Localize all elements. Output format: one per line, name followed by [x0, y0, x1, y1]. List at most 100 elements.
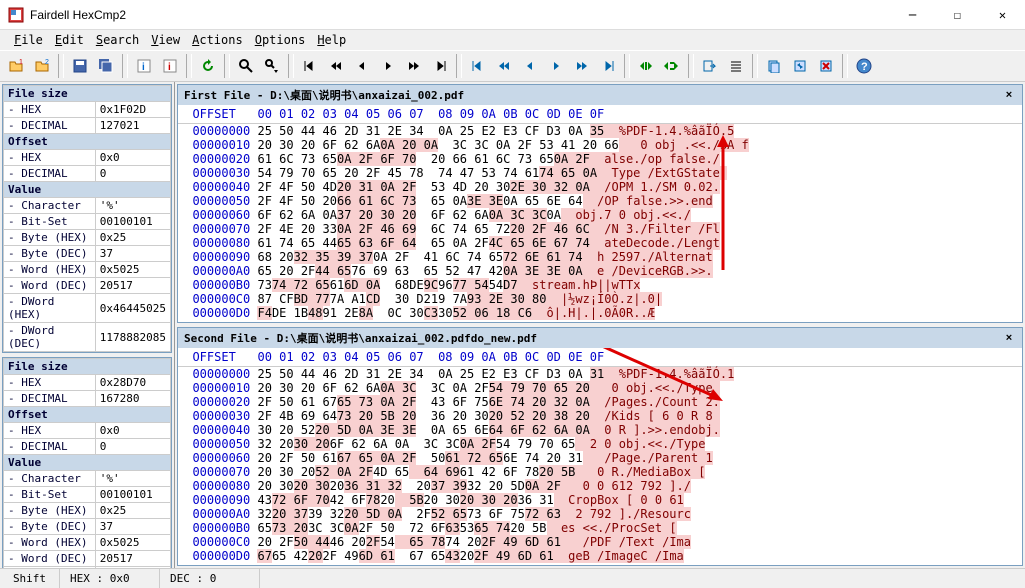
next-match-fast-icon[interactable]	[570, 54, 594, 78]
copy-block-icon[interactable]	[762, 54, 786, 78]
hex-row: 00000050 2F 4F 50 2066 61 6C 73 65 0A3E …	[178, 194, 1022, 208]
next-diff-icon[interactable]	[376, 54, 400, 78]
last-diff-icon[interactable]	[428, 54, 452, 78]
menu-actions[interactable]: Actions	[188, 33, 247, 47]
next-match-icon[interactable]	[544, 54, 568, 78]
first-match-icon[interactable]	[466, 54, 490, 78]
last-match-icon[interactable]	[596, 54, 620, 78]
refresh-icon[interactable]	[196, 54, 220, 78]
status-dec: DEC : 0	[160, 569, 260, 588]
second-hex-view[interactable]: OFFSET 00 01 02 03 04 05 06 07 08 09 0A …	[178, 348, 1022, 565]
side-value: 0x5025	[95, 262, 170, 278]
side-label: - Character	[4, 198, 96, 214]
hex-row: 00000000 25 50 44 46 2D 31 2E 34 0A 25 E…	[178, 124, 1022, 138]
close-button[interactable]: ✕	[980, 0, 1025, 30]
hex-row: 00000070 2F 4E 20 330A 2F 46 69 6C 74 65…	[178, 222, 1022, 236]
hex-row: 00000060 20 2F 50 6167 65 0A 2F 5061 72 …	[178, 451, 1022, 465]
hex-row: 00000010 20 30 20 6F 62 6A0A 3C 3C 0A 2F…	[178, 381, 1022, 395]
close-second-panel-icon[interactable]: ×	[1002, 332, 1016, 344]
hex-row: 00000070 20 30 2052 0A 2F4D 65 64 6961 4…	[178, 465, 1022, 479]
side-value: 00100101	[95, 214, 170, 230]
hex-row: 00000050 32 2030 206F 62 6A 0A 3C 3C0A 2…	[178, 437, 1022, 451]
side-label: - DWord (DEC)	[4, 323, 96, 352]
first-hex-view[interactable]: OFFSET 00 01 02 03 04 05 06 07 08 09 0A …	[178, 105, 1022, 322]
content-column: First File - D:\桌面\说明书\anxaizai_002.pdf …	[175, 82, 1025, 568]
side-label: - HEX	[4, 423, 96, 439]
open-first-icon[interactable]: 1	[4, 54, 28, 78]
side-value: 00100101	[95, 487, 170, 503]
side-label: - HEX	[4, 375, 96, 391]
hex-row: 000000B0 7374 72 65616D 0A 68DE9C9677 54…	[178, 278, 1022, 292]
prev-match-icon[interactable]	[518, 54, 542, 78]
find-icon[interactable]	[234, 54, 258, 78]
status-bar: Shift HEX : 0x0 DEC : 0	[0, 568, 1025, 588]
side-value: 20517	[95, 278, 170, 294]
side-value: 0x1F02D	[95, 102, 170, 118]
hex-row: 000000B0 6573 203C 3C0A2F 50 72 6F635365…	[178, 521, 1022, 535]
info-second-icon[interactable]: i	[158, 54, 182, 78]
list-icon[interactable]	[724, 54, 748, 78]
help-icon[interactable]: ?	[852, 54, 876, 78]
side-value: '%'	[95, 471, 170, 487]
side-label: - HEX	[4, 150, 96, 166]
hex-row: 00000080 20 3020 302036 31 32 2037 3932 …	[178, 479, 1022, 493]
open-second-icon[interactable]: 2	[30, 54, 54, 78]
hex-row: 00000090 68 2032 35 39 370A 2F 41 6C 74 …	[178, 250, 1022, 264]
first-file-title: First File - D:\桌面\说明书\anxaizai_002.pdf	[184, 87, 464, 103]
side-label: - HEX	[4, 102, 96, 118]
next-diff-fast-icon[interactable]	[402, 54, 426, 78]
goto-icon[interactable]	[698, 54, 722, 78]
prev-match-fast-icon[interactable]	[492, 54, 516, 78]
prev-diff-icon[interactable]	[350, 54, 374, 78]
svg-text:?: ?	[861, 61, 868, 73]
info-first-icon[interactable]: i	[132, 54, 156, 78]
swap-block-icon[interactable]	[788, 54, 812, 78]
save-all-icon[interactable]	[94, 54, 118, 78]
menu-search[interactable]: Search	[92, 33, 143, 47]
menu-edit[interactable]: Edit	[51, 33, 88, 47]
hex-column-header: OFFSET 00 01 02 03 04 05 06 07 08 09 0A …	[178, 348, 1022, 367]
hex-row: 00000030 2F 4B 69 6473 20 5B 20 36 20 30…	[178, 409, 1022, 423]
side-value: 0	[95, 166, 170, 182]
side-label: - Byte (HEX)	[4, 503, 96, 519]
save-icon[interactable]	[68, 54, 92, 78]
second-file-panel: Second File - D:\桌面\说明书\anxaizai_002.pdf…	[177, 327, 1023, 566]
side-value: '%'	[95, 198, 170, 214]
side-value: 0x5025	[95, 535, 170, 551]
svg-text:i: i	[168, 62, 171, 73]
hex-row: 000000C0 20 2F50 4446 202F54 65 7874 202…	[178, 535, 1022, 549]
toolbar: 1 2 i i ?	[0, 50, 1025, 82]
find-next-icon[interactable]	[260, 54, 284, 78]
hex-row: 000000C0 87 CFBD 777A A1CD 30 D219 7A93 …	[178, 292, 1022, 306]
shift-right-icon[interactable]	[660, 54, 684, 78]
maximize-button[interactable]: ☐	[935, 0, 980, 30]
window-title: Fairdell HexCmp2	[30, 8, 890, 22]
hex-row: 00000080 61 74 65 4465 63 6F 64 65 0A 2F…	[178, 236, 1022, 250]
menu-file[interactable]: File	[10, 33, 47, 47]
first-diff-icon[interactable]	[298, 54, 322, 78]
side-label: - Word (DEC)	[4, 551, 96, 567]
menu-view[interactable]: View	[147, 33, 184, 47]
close-first-panel-icon[interactable]: ×	[1002, 89, 1016, 101]
hex-row: 000000A0 65 20 2F44 6576 69 63 65 52 47 …	[178, 264, 1022, 278]
shift-left-icon[interactable]	[634, 54, 658, 78]
side-label: File size	[4, 359, 171, 375]
main-area: File size- HEX0x1F02D- DECIMAL127021Offs…	[0, 82, 1025, 568]
menu-options[interactable]: Options	[251, 33, 310, 47]
side-label: - DECIMAL	[4, 166, 96, 182]
side-value: 0x0	[95, 150, 170, 166]
prev-diff-fast-icon[interactable]	[324, 54, 348, 78]
side-value: 20517	[95, 551, 170, 567]
side-label: - Word (DEC)	[4, 278, 96, 294]
menu-help[interactable]: Help	[313, 33, 350, 47]
hex-row: 00000020 61 6C 73 650A 2F 6F 70 20 66 61…	[178, 152, 1022, 166]
menu-bar: File Edit Search View Actions Options He…	[0, 30, 1025, 50]
minimize-button[interactable]: ─	[890, 0, 935, 30]
status-hex: HEX : 0x0	[60, 569, 160, 588]
side-value: 0x46445025	[95, 294, 170, 323]
side-label: - Byte (DEC)	[4, 246, 96, 262]
side-value: 37	[95, 519, 170, 535]
side-value: 127021	[95, 118, 170, 134]
side-value: 37	[95, 246, 170, 262]
delete-block-icon[interactable]	[814, 54, 838, 78]
